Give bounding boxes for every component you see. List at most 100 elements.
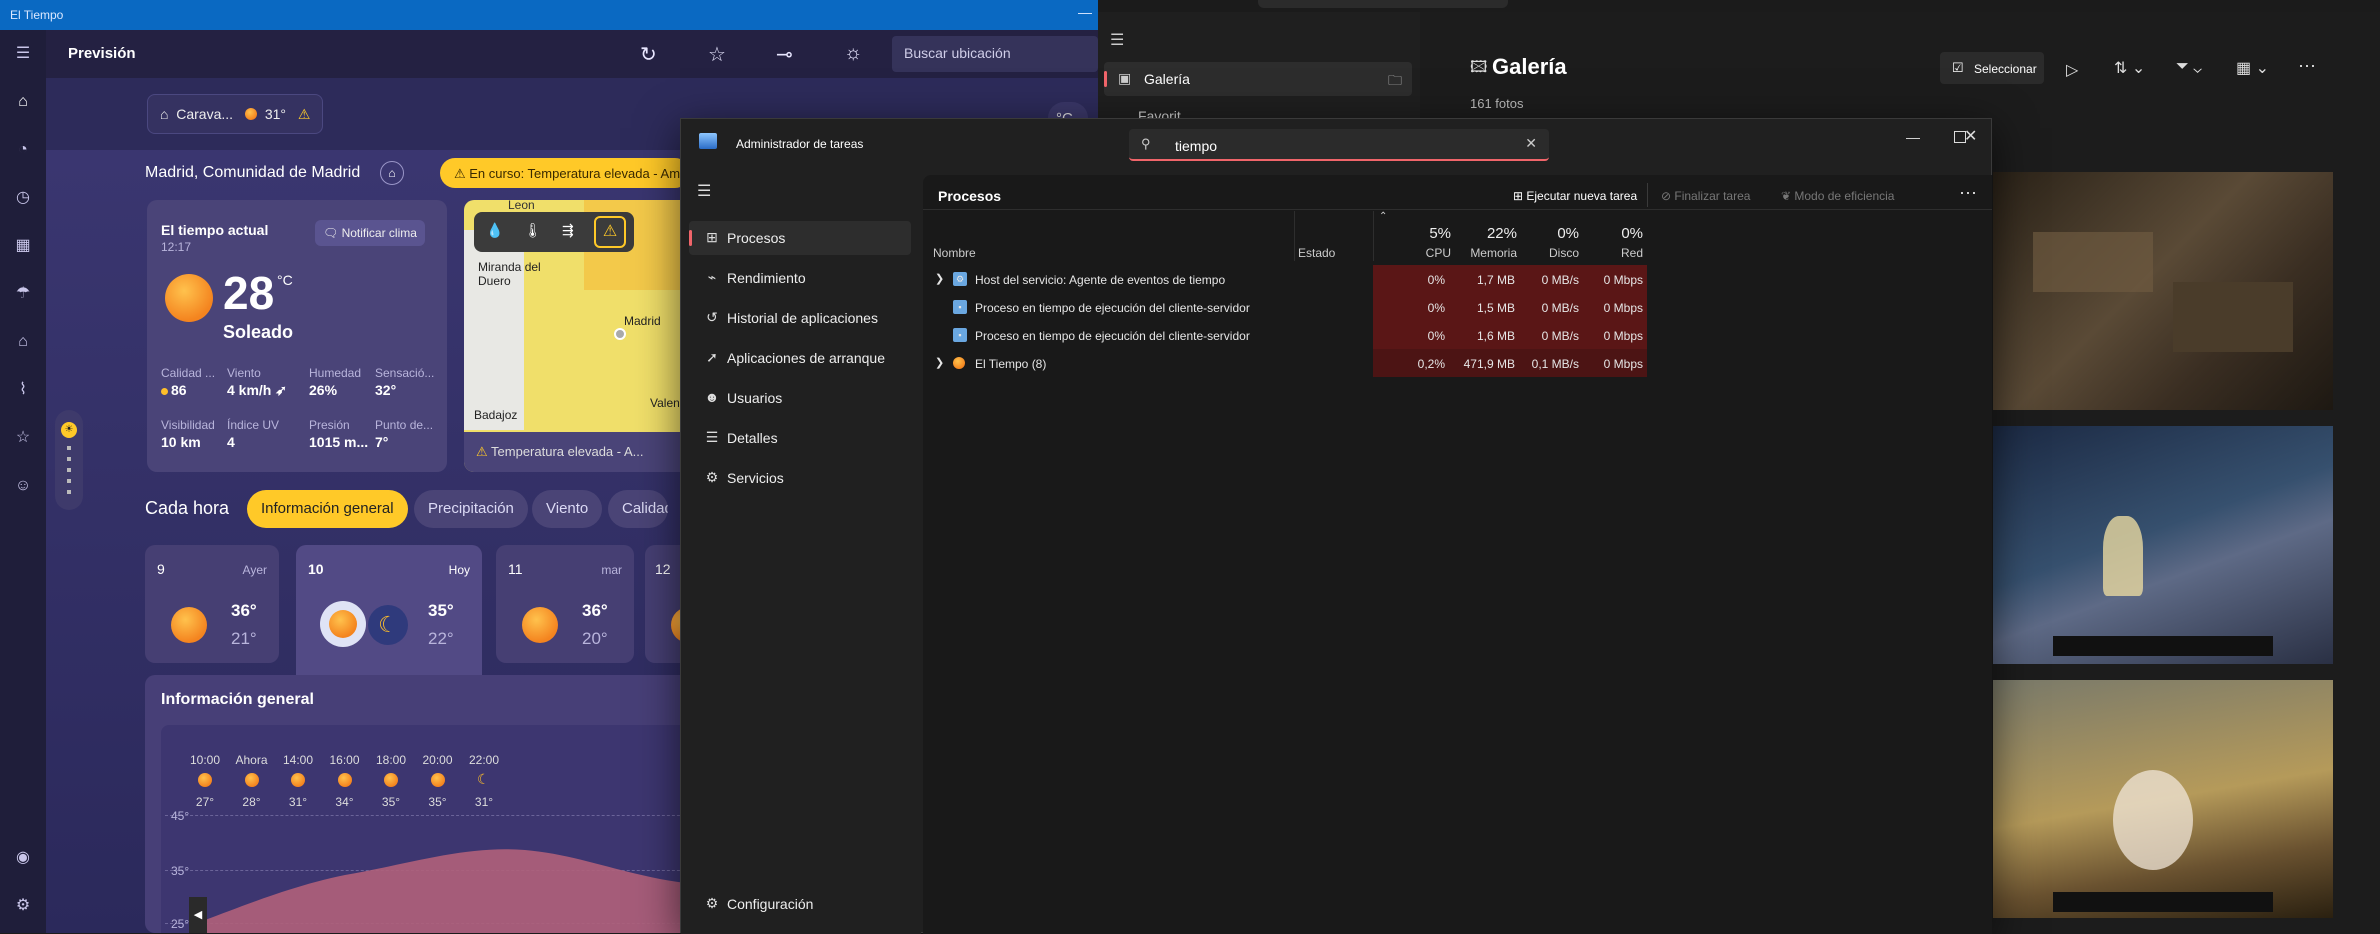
- nav-details[interactable]: ☰ Detalles: [689, 421, 911, 455]
- tab-precipitation[interactable]: Precipitación: [414, 490, 528, 528]
- hamburger-menu-icon[interactable]: ☰: [697, 181, 711, 201]
- nav-settings[interactable]: ⚙ Configuración: [689, 887, 911, 921]
- alert-banner[interactable]: ⚠ En curso: Temperatura elevada - Amari: [440, 158, 690, 188]
- photo-thumbnail[interactable]: [1993, 680, 2333, 918]
- calendar-icon[interactable]: ▦: [11, 234, 35, 258]
- column-name[interactable]: Nombre: [933, 246, 976, 260]
- sort-caret-icon: ⌃: [1379, 211, 1388, 222]
- tab-wind[interactable]: Viento: [532, 490, 603, 528]
- efficiency-mode-button[interactable]: ❦ Modo de eficiencia: [1781, 189, 1894, 203]
- nav-users[interactable]: ☻ Usuarios: [689, 381, 911, 415]
- search-value: tiempo: [1175, 138, 1218, 154]
- memory-cell: 1,6 MB: [1453, 321, 1519, 349]
- disk-cell: 0 MB/s: [1519, 265, 1583, 293]
- radar-icon[interactable]: ◔: [11, 138, 35, 162]
- page-title: Previsión: [68, 45, 136, 62]
- nav-app-history[interactable]: ↺ Historial de aplicaciones: [689, 301, 911, 335]
- thermometer-icon[interactable]: 🌡: [524, 222, 542, 239]
- hamburger-menu-icon[interactable]: ☰: [1110, 30, 1124, 50]
- photo-thumbnail[interactable]: [1993, 172, 2333, 410]
- nav-label: Procesos: [727, 230, 786, 246]
- close-icon[interactable]: ✕: [1964, 126, 1977, 146]
- search-icon: ⚲: [1141, 136, 1151, 151]
- select-button[interactable]: ☑ Seleccionar: [1940, 52, 2044, 84]
- map-warning-bar[interactable]: ⚠ Temperatura elevada - A...: [464, 432, 704, 472]
- pin-icon[interactable]: ⊸: [776, 42, 793, 67]
- home-pin-icon[interactable]: ⌂: [380, 161, 404, 185]
- account-icon[interactable]: ◉: [11, 846, 35, 870]
- slideshow-icon[interactable]: ▷: [2066, 60, 2078, 80]
- map-place: Madrid: [624, 314, 661, 328]
- y-axis-label: 45°: [171, 809, 190, 823]
- favorites-icon[interactable]: ☆: [11, 426, 35, 450]
- day-card[interactable]: 11 mar 36° 20°: [496, 545, 634, 663]
- warning-icon: ⚠: [297, 106, 311, 122]
- hamburger-menu-icon[interactable]: ☰: [11, 42, 35, 66]
- run-new-task-button[interactable]: ⊞ Ejecutar nueva tarea: [1513, 189, 1637, 203]
- process-search-input[interactable]: ⚲ tiempo ✕: [1129, 129, 1549, 161]
- minimize-icon[interactable]: —: [1906, 129, 1920, 145]
- day-card[interactable]: 9 Ayer 36° 21°: [145, 545, 279, 663]
- drop-icon[interactable]: 💧: [486, 222, 503, 239]
- sidebar-item-gallery[interactable]: ▣ Galería 🗀: [1104, 62, 1412, 96]
- minimize-icon[interactable]: —: [1078, 4, 1092, 20]
- notify-button[interactable]: 🗨 Notificar clima: [315, 220, 425, 246]
- new-task-icon: ⊞: [1513, 189, 1527, 203]
- clock-icon[interactable]: ◷: [11, 186, 35, 210]
- table-row[interactable]: ❯ ⚙ Host del servicio: Agente de eventos…: [923, 265, 1992, 293]
- scroll-left-button[interactable]: ◀: [189, 897, 207, 933]
- more-options-icon[interactable]: ⋯: [2298, 56, 2316, 77]
- filter-icon[interactable]: ⏷ ⌄: [2176, 58, 2202, 76]
- current-time: 12:17: [161, 240, 192, 254]
- nav-label: Aplicaciones de arranque: [727, 350, 885, 366]
- star-icon[interactable]: ☆: [708, 42, 726, 67]
- tab-overview[interactable]: Información general: [247, 490, 408, 528]
- nav-performance[interactable]: ⌁ Rendimiento: [689, 261, 911, 295]
- detail-value: 4: [227, 434, 235, 450]
- location-pill[interactable]: ⌂ Carava... 31° ⚠: [147, 94, 324, 134]
- end-task-button[interactable]: ⊘ Finalizar tarea: [1661, 189, 1750, 203]
- hour-time: Ahora: [235, 753, 268, 767]
- expand-chevron-icon[interactable]: ❯: [935, 272, 944, 285]
- view-layout-icon[interactable]: ▦ ⌄: [2236, 58, 2269, 78]
- umbrella-icon[interactable]: ☂: [11, 282, 35, 306]
- home-icon[interactable]: ⌂: [11, 90, 35, 114]
- column-memory[interactable]: Memoria: [1453, 246, 1517, 260]
- column-network[interactable]: Red: [1583, 246, 1643, 260]
- column-status[interactable]: Estado: [1298, 246, 1335, 260]
- nav-startup-apps[interactable]: ➚ Aplicaciones de arranque: [689, 341, 911, 375]
- settings-icon[interactable]: ⚙: [11, 894, 35, 918]
- detail-label: Calidad ...: [161, 366, 216, 380]
- table-row[interactable]: ❯ El Tiempo (8) 0,2% 471,9 MB 0,1 MB/s 0…: [923, 349, 1992, 377]
- more-options-icon[interactable]: ⋯: [1959, 183, 1977, 204]
- gallery-title: Galería: [1492, 54, 1567, 79]
- wind-icon[interactable]: ⇶: [562, 222, 574, 239]
- column-disk[interactable]: Disco: [1519, 246, 1579, 260]
- warning-icon[interactable]: ⚠: [594, 216, 626, 248]
- settings-icon: ⚙: [705, 895, 719, 911]
- brightness-icon[interactable]: ☼: [844, 42, 862, 65]
- expand-chevron-icon[interactable]: ❯: [935, 356, 944, 369]
- sort-icon[interactable]: ⇅ ⌄: [2114, 58, 2145, 78]
- column-cpu[interactable]: CPU: [1409, 246, 1451, 260]
- table-row[interactable]: ▪ Proceso en tiempo de ejecución del cli…: [923, 293, 1992, 321]
- table-row[interactable]: ▪ Proceso en tiempo de ejecución del cli…: [923, 321, 1992, 349]
- tab-air-quality[interactable]: Calidad d: [608, 490, 668, 528]
- moon-icon: ☾: [477, 771, 490, 787]
- network-cell: 0 Mbps: [1583, 265, 1647, 293]
- sun-icon: [384, 773, 398, 787]
- location-search-input[interactable]: Buscar ubicación: [892, 36, 1098, 72]
- sun-icon: [291, 773, 305, 787]
- add-folder-icon[interactable]: 🗀: [1388, 70, 1402, 94]
- side-scroller[interactable]: ☀: [55, 410, 83, 510]
- chart-icon[interactable]: ⌇: [11, 378, 35, 402]
- photo-thumbnail[interactable]: [1993, 426, 2333, 664]
- house-icon[interactable]: ⌂: [11, 330, 35, 354]
- day-card-selected[interactable]: 10 Hoy ☾ 35° 22°: [296, 545, 482, 675]
- clear-search-icon[interactable]: ✕: [1525, 135, 1537, 152]
- refresh-icon[interactable]: ↻: [640, 42, 657, 67]
- smiley-icon[interactable]: ☺: [11, 474, 35, 498]
- weather-map[interactable]: Leon Miranda del Duero Madrid Badajoz Va…: [464, 200, 704, 472]
- nav-services[interactable]: ⚙ Servicios: [689, 461, 911, 495]
- nav-processes[interactable]: ⊞ Procesos: [689, 221, 911, 255]
